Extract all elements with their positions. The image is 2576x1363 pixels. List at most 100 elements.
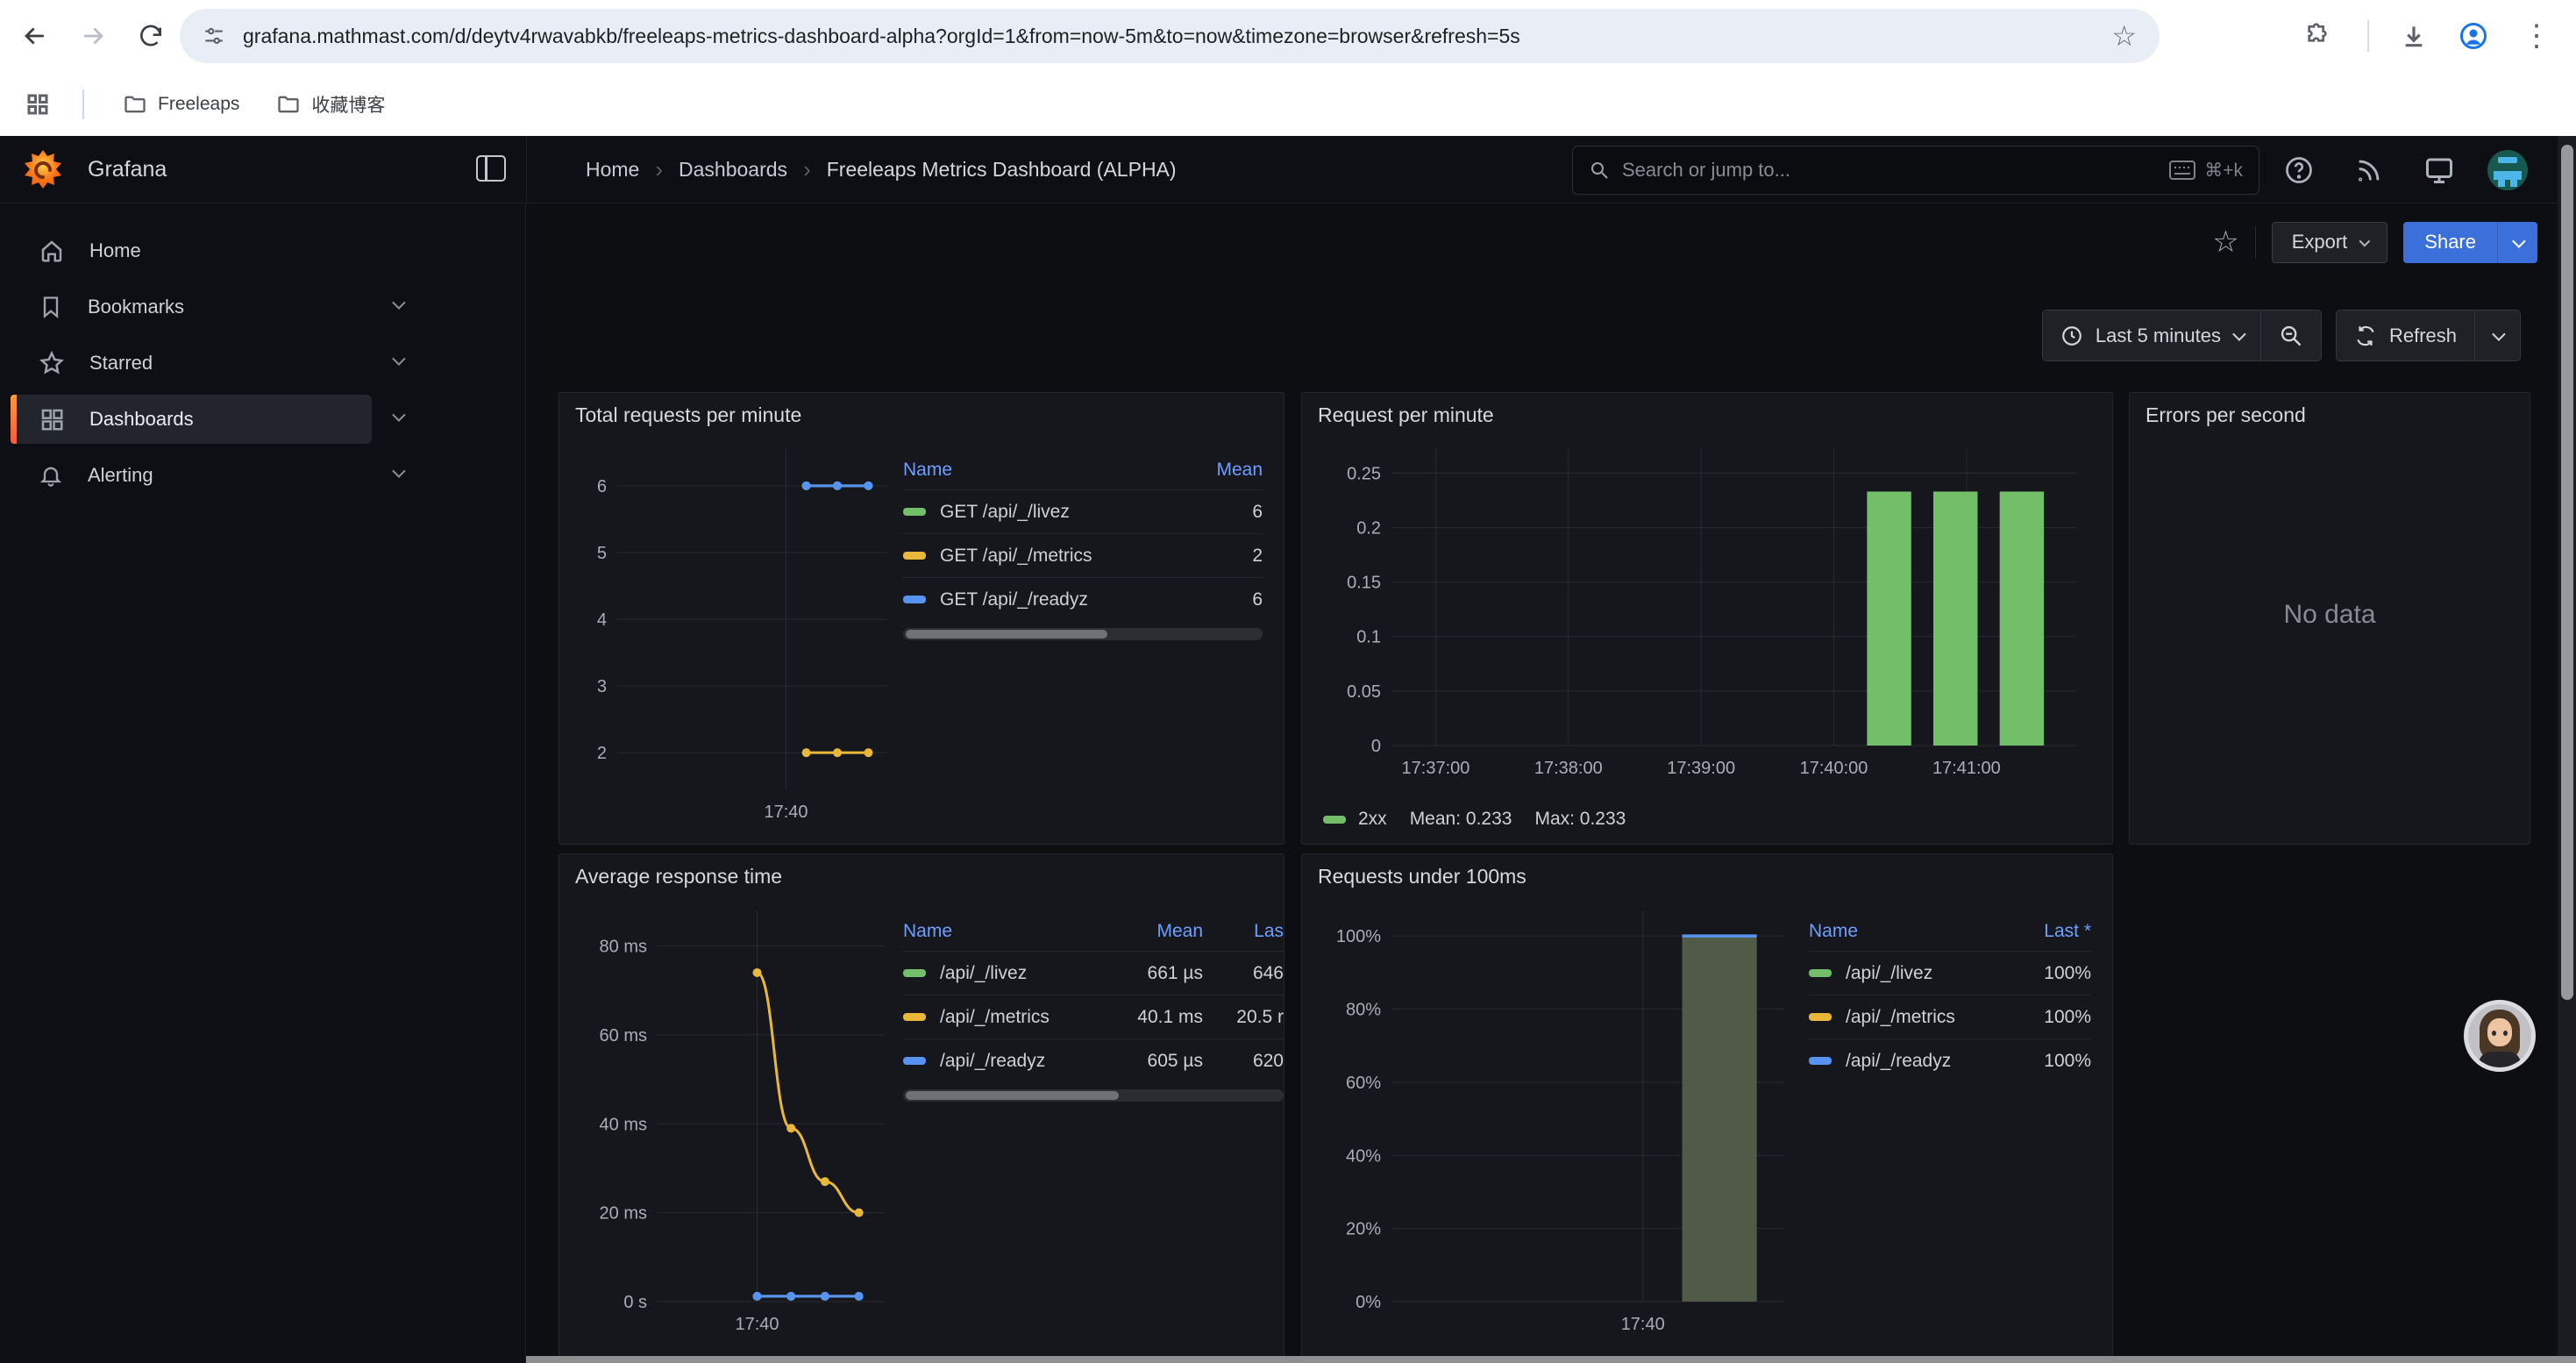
user-avatar[interactable]: [2487, 150, 2528, 190]
no-data-message: No data: [2130, 600, 2530, 630]
legend-max: Max: 0.233: [1534, 809, 1626, 830]
legend-scrollbar[interactable]: [903, 1089, 1284, 1102]
svg-text:4: 4: [597, 610, 607, 630]
expand-chevron-icon[interactable]: [393, 353, 412, 373]
svg-text:2: 2: [597, 744, 607, 763]
profile-icon[interactable]: [2455, 18, 2492, 54]
svg-text:17:41:00: 17:41:00: [1932, 759, 2001, 778]
svg-text:17:40: 17:40: [764, 803, 808, 822]
bookmark-folder-blogs[interactable]: 收藏博客: [264, 84, 397, 125]
series-swatch-blue: [903, 1057, 926, 1065]
expand-chevron-icon[interactable]: [393, 410, 412, 429]
reload-icon[interactable]: [132, 17, 170, 55]
extensions-icon[interactable]: [2299, 18, 2336, 54]
legend-row[interactable]: /api/_/metrics 100%: [1809, 995, 2091, 1038]
sidebar-item-home[interactable]: Home: [11, 226, 372, 275]
sidebar-toggle-icon[interactable]: [476, 155, 506, 182]
legend-row[interactable]: /api/_/readyz 605 µs 620: [903, 1038, 1284, 1082]
legend-row[interactable]: GET /api/_/livez 6: [903, 489, 1263, 533]
grafana-logo-icon[interactable]: [21, 148, 65, 196]
breadcrumb-home[interactable]: Home: [586, 158, 639, 182]
legend-scrollbar[interactable]: [903, 628, 1263, 640]
scrollbar-thumb[interactable]: [906, 1091, 1119, 1100]
time-range-picker[interactable]: Last 5 minutes: [2043, 310, 2260, 360]
legend-row[interactable]: /api/_/readyz 100%: [1809, 1038, 2091, 1082]
legend-header-last[interactable]: Las: [1203, 921, 1284, 942]
bell-icon: [39, 463, 63, 488]
series-swatch-green: [1323, 816, 1346, 824]
horizontal-scrollbar[interactable]: [526, 1356, 2576, 1363]
panel-title[interactable]: Errors per second: [2145, 403, 2306, 427]
share-button[interactable]: Share: [2403, 222, 2497, 263]
sidebar-row-home: Home: [0, 226, 525, 275]
search-input[interactable]: [1622, 159, 2157, 182]
back-icon[interactable]: [16, 17, 54, 55]
legend-header-mean[interactable]: Mean: [1149, 460, 1263, 481]
legend-row[interactable]: /api/_/livez 661 µs 646: [903, 951, 1284, 995]
legend-header-last[interactable]: Last *: [1977, 921, 2091, 942]
sidebar-item-bookmarks[interactable]: Bookmarks: [11, 282, 372, 332]
monitor-icon[interactable]: [2421, 152, 2458, 189]
panel-title[interactable]: Total requests per minute: [575, 403, 801, 427]
refresh-button[interactable]: Refresh: [2337, 310, 2474, 360]
floating-assistant-avatar[interactable]: [2464, 1000, 2536, 1072]
sidebar-item-alerting[interactable]: Alerting: [11, 451, 372, 500]
panel-average-response-time[interactable]: Average response time 80 ms60 ms40 ms20 …: [559, 853, 1284, 1363]
sidebar-item-dashboards[interactable]: Dashboards: [11, 395, 372, 444]
panel-errors-per-second[interactable]: Errors per second No data: [2129, 392, 2530, 845]
share-menu-button[interactable]: [2497, 222, 2537, 263]
breadcrumb-dashboards[interactable]: Dashboards: [679, 158, 787, 182]
url-input[interactable]: [243, 25, 2094, 48]
bookmark-label: Freeleaps: [158, 94, 239, 115]
timeseries-chart[interactable]: 80 ms60 ms40 ms20 ms0 s17:40: [572, 903, 896, 1342]
legend-row[interactable]: GET /api/_/readyz 6: [903, 577, 1263, 621]
site-settings-icon[interactable]: [203, 25, 225, 47]
expand-chevron-icon[interactable]: [393, 466, 412, 485]
apps-grid-icon[interactable]: [19, 91, 56, 118]
chevron-down-icon: [2492, 327, 2506, 341]
news-rss-icon[interactable]: [2351, 152, 2387, 189]
panel-requests-under-100ms[interactable]: Requests under 100ms 100%80%60%40%20%0%1…: [1301, 853, 2113, 1363]
series-swatch-blue: [903, 596, 926, 603]
svg-text:0.2: 0.2: [1356, 518, 1381, 538]
svg-text:0%: 0%: [1356, 1293, 1381, 1312]
panel-title[interactable]: Average response time: [575, 865, 782, 888]
series-swatch-yellow: [903, 552, 926, 560]
legend-inline[interactable]: 2xx Mean: 0.233 Max: 0.233: [1323, 809, 1626, 830]
export-button[interactable]: Export: [2272, 222, 2388, 263]
svg-text:0.15: 0.15: [1347, 574, 1381, 593]
legend-header-mean[interactable]: Mean: [1089, 921, 1203, 942]
panel-title[interactable]: Request per minute: [1318, 403, 1494, 427]
browser-menu-icon[interactable]: ⋮: [2518, 18, 2555, 54]
bookmark-folder-freeleaps[interactable]: Freeleaps: [110, 85, 252, 124]
panel-total-requests[interactable]: Total requests per minute 6543217:40 Nam…: [559, 392, 1284, 845]
forward-icon[interactable]: [74, 17, 112, 55]
help-icon[interactable]: [2281, 152, 2317, 189]
sidebar-item-starred[interactable]: Starred: [11, 339, 372, 388]
search-box[interactable]: ⌘+k: [1572, 146, 2259, 195]
refresh-interval-button[interactable]: [2475, 310, 2520, 360]
page-scrollbar-thumb[interactable]: [2561, 145, 2573, 1000]
legend-header-name[interactable]: Name: [903, 921, 1089, 942]
legend-header-name[interactable]: Name: [903, 460, 1149, 481]
bar-chart[interactable]: 0.250.20.150.10.05017:37:0017:38:0017:39…: [1314, 442, 2098, 786]
favorite-star-icon[interactable]: ☆: [2212, 227, 2238, 257]
timeseries-chart[interactable]: 6543217:40: [572, 442, 896, 828]
svg-text:17:38:00: 17:38:00: [1534, 759, 1603, 778]
legend-row[interactable]: /api/_/livez 100%: [1809, 951, 2091, 995]
expand-chevron-icon[interactable]: [393, 297, 412, 317]
scrollbar-thumb[interactable]: [906, 630, 1107, 639]
download-icon[interactable]: [2395, 18, 2432, 54]
sidebar-item-label: Dashboards: [89, 408, 194, 431]
bookmark-star-icon[interactable]: ☆: [2111, 19, 2137, 53]
svg-text:20%: 20%: [1346, 1220, 1381, 1239]
search-icon: [1589, 160, 1610, 181]
legend-row[interactable]: /api/_/metrics 40.1 ms 20.5 r: [903, 995, 1284, 1038]
legend-row[interactable]: GET /api/_/metrics 2: [903, 533, 1263, 577]
address-bar[interactable]: ☆: [180, 9, 2160, 63]
panel-request-per-minute[interactable]: Request per minute 0.250.20.150.10.05017…: [1301, 392, 2113, 845]
legend-header-name[interactable]: Name: [1809, 921, 1977, 942]
panel-title[interactable]: Requests under 100ms: [1318, 865, 1526, 888]
area-chart[interactable]: 100%80%60%40%20%0%17:40: [1314, 903, 1797, 1342]
zoom-out-button[interactable]: [2261, 310, 2321, 360]
